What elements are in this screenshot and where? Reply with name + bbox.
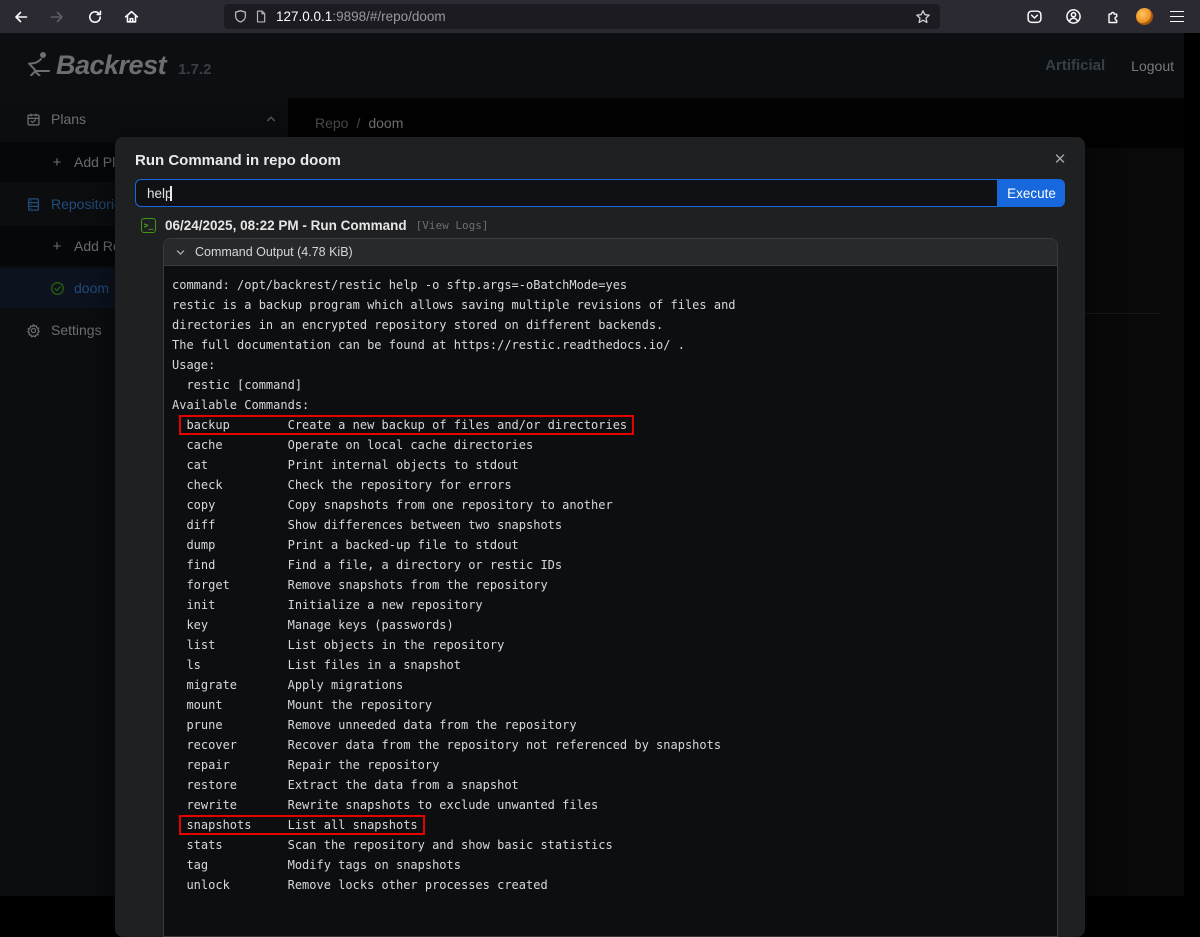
operation-row: >_ 06/24/2025, 08:22 PM - Run Command [V…	[135, 218, 1065, 233]
terminal-line: cat Print internal objects to stdout	[172, 455, 1049, 475]
terminal-line: restore Extract the data from a snapshot	[172, 775, 1049, 795]
terminal-line: backup Create a new backup of files and/…	[172, 415, 1049, 435]
run-command-modal: Run Command in repo doom ✕ Execute >_ 06…	[115, 137, 1085, 937]
pocket-icon[interactable]	[1019, 4, 1049, 30]
command-input[interactable]	[135, 179, 998, 207]
terminal-line: unlock Remove locks other processes crea…	[172, 875, 1049, 895]
view-logs-link[interactable]: [View Logs]	[416, 219, 489, 232]
execute-button[interactable]: Execute	[998, 179, 1065, 207]
addon-icon[interactable]	[1136, 8, 1153, 25]
terminal-line: Usage:	[172, 355, 1049, 375]
terminal-line: find Find a file, a directory or restic …	[172, 555, 1049, 575]
chevron-down-icon	[175, 247, 186, 258]
page-info-icon[interactable]	[254, 9, 268, 24]
terminal-line: restic [command]	[172, 375, 1049, 395]
terminal-output: command: /opt/backrest/restic help -o sf…	[164, 266, 1057, 904]
terminal-line: copy Copy snapshots from one repository …	[172, 495, 1049, 515]
terminal-line: Available Commands:	[172, 395, 1049, 415]
close-icon[interactable]: ✕	[1048, 148, 1072, 172]
terminal-line: snapshots List all snapshots	[172, 815, 1049, 835]
modal-title: Run Command in repo doom	[135, 152, 1065, 169]
operation-title: 06/24/2025, 08:22 PM - Run Command	[165, 218, 407, 233]
terminal-line: mount Mount the repository	[172, 695, 1049, 715]
terminal-line: The full documentation can be found at h…	[172, 335, 1049, 355]
shield-icon[interactable]	[233, 9, 248, 24]
terminal-line: ls List files in a snapshot	[172, 655, 1049, 675]
highlighted-command: snapshots List all snapshots	[179, 815, 424, 835]
terminal-line: command: /opt/backrest/restic help -o sf…	[172, 275, 1049, 295]
terminal-line: migrate Apply migrations	[172, 675, 1049, 695]
terminal-line: directories in an encrypted repository s…	[172, 315, 1049, 335]
home-icon[interactable]	[116, 4, 146, 30]
extensions-puzzle-icon[interactable]	[1097, 4, 1127, 30]
reload-icon[interactable]	[80, 4, 110, 30]
terminal-line: forget Remove snapshots from the reposit…	[172, 575, 1049, 595]
bookmark-star-icon[interactable]	[915, 9, 931, 25]
terminal-line: restic is a backup program which allows …	[172, 295, 1049, 315]
command-input-group: Execute	[135, 179, 1065, 207]
terminal-line: rewrite Rewrite snapshots to exclude unw…	[172, 795, 1049, 815]
terminal-line: list List objects in the repository	[172, 635, 1049, 655]
forward-icon[interactable]	[42, 4, 72, 30]
terminal-line: recover Recover data from the repository…	[172, 735, 1049, 755]
terminal-line: dump Print a backed-up file to stdout	[172, 535, 1049, 555]
browser-toolbar: 127.0.0.1:9898/#/repo/doom	[0, 0, 1200, 33]
command-output-panel: Command Output (4.78 KiB) command: /opt/…	[163, 238, 1058, 937]
terminal-line: diff Show differences between two snapsh…	[172, 515, 1049, 535]
menu-hamburger-icon[interactable]	[1162, 4, 1192, 30]
terminal-line: tag Modify tags on snapshots	[172, 855, 1049, 875]
terminal-line: init Initialize a new repository	[172, 595, 1049, 615]
back-icon[interactable]	[6, 4, 36, 30]
url-bar[interactable]: 127.0.0.1:9898/#/repo/doom	[224, 4, 940, 29]
text-caret	[170, 186, 172, 201]
terminal-line: key Manage keys (passwords)	[172, 615, 1049, 635]
command-output-label: Command Output (4.78 KiB)	[195, 245, 353, 259]
account-icon[interactable]	[1058, 4, 1088, 30]
terminal-line: cache Operate on local cache directories	[172, 435, 1049, 455]
highlighted-command: backup Create a new backup of files and/…	[179, 415, 634, 435]
terminal-line: stats Scan the repository and show basic…	[172, 835, 1049, 855]
terminal-line: repair Repair the repository	[172, 755, 1049, 775]
url-text: 127.0.0.1:9898/#/repo/doom	[276, 9, 915, 24]
terminal-icon: >_	[141, 218, 156, 233]
page-scrollbar[interactable]	[1184, 33, 1200, 896]
terminal-line: prune Remove unneeded data from the repo…	[172, 715, 1049, 735]
terminal-line: check Check the repository for errors	[172, 475, 1049, 495]
command-output-header[interactable]: Command Output (4.78 KiB)	[164, 239, 1057, 266]
